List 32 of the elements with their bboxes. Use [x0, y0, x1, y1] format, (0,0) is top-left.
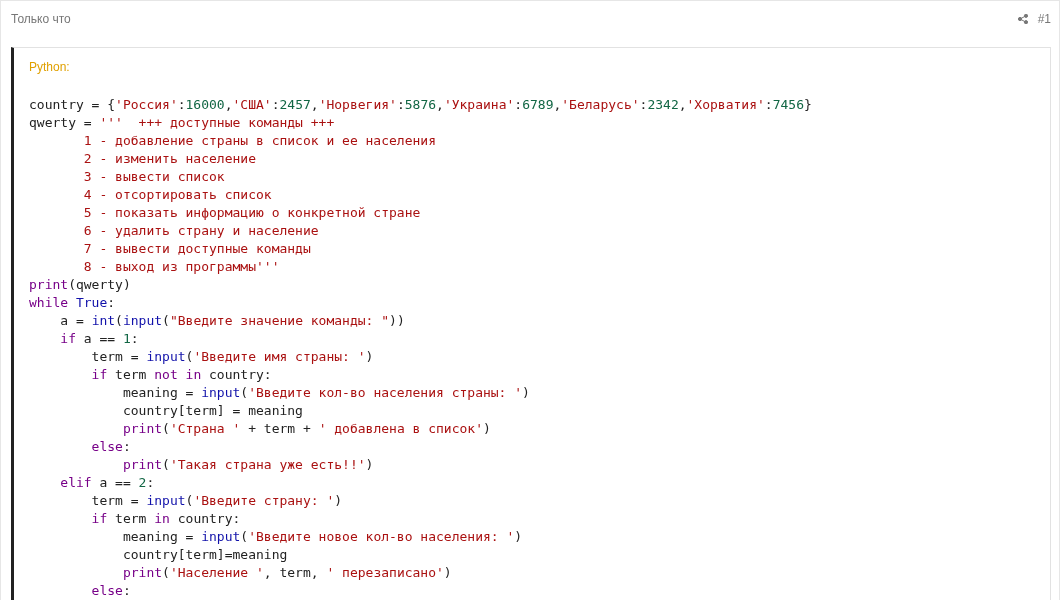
post-time: Только что — [11, 12, 71, 26]
code-line: else: — [90, 582, 131, 600]
code-line: print('Такая страна уже есть!!') — [121, 456, 374, 474]
code-line: meaning = input('Введите кол-во населения страны: ') — [121, 384, 530, 402]
code-line: elif a == 2: — [59, 474, 155, 492]
code-line: 4 - отсортировать список — [82, 186, 272, 204]
code-language: Python: — [29, 59, 71, 76]
code-line: country[term] = meaning — [121, 402, 303, 420]
code-line: print(qwerty) — [29, 276, 131, 294]
code-line: 5 - показать информацию о конкретной стране — [82, 204, 421, 222]
share-icon[interactable] — [1017, 14, 1028, 24]
code-line: if a == 1: — [59, 330, 139, 348]
code-line: 3 - вывести список — [82, 168, 225, 186]
code-line: if term not in country: — [90, 366, 272, 384]
code-line: print('Страна ' + term + ' добавлена в список') — [121, 420, 491, 438]
code-line: 2 - изменить население — [82, 150, 256, 168]
code-line: print('Население ', term, ' перезаписано') — [121, 564, 452, 582]
code-line: if term in country: — [90, 510, 241, 528]
code-line: 6 - удалить страну и население — [82, 222, 319, 240]
code-line: 8 - выход из программы''' — [82, 258, 280, 276]
code-line: a = int(input("Введите значение команды: ")) — [59, 312, 405, 330]
code-line: 7 - вывести доступные команды — [82, 240, 311, 258]
post-number-link[interactable]: #1 — [1037, 12, 1051, 26]
code-line: else: — [90, 438, 131, 456]
code-line: term = input('Введите имя страны: ') — [90, 348, 374, 366]
code-line: term = input('Введите страну: ') — [90, 492, 343, 510]
code-line: country = {'Россия':16000,'США':2457,'Норвегия':5876,'Украина':6789,'Беларусь':2342,'Хорватия':7456} — [29, 96, 812, 114]
code-line: country[term]=meaning — [121, 546, 288, 564]
code-line: meaning = input('Введите новое кол-во населения: ') — [121, 528, 523, 546]
code-line: qwerty = ''' +++ доступные команды +++ — [29, 114, 335, 132]
code-line: while True: — [29, 294, 116, 312]
code-line: 1 - добавление страны в список и ее населения — [82, 132, 436, 150]
